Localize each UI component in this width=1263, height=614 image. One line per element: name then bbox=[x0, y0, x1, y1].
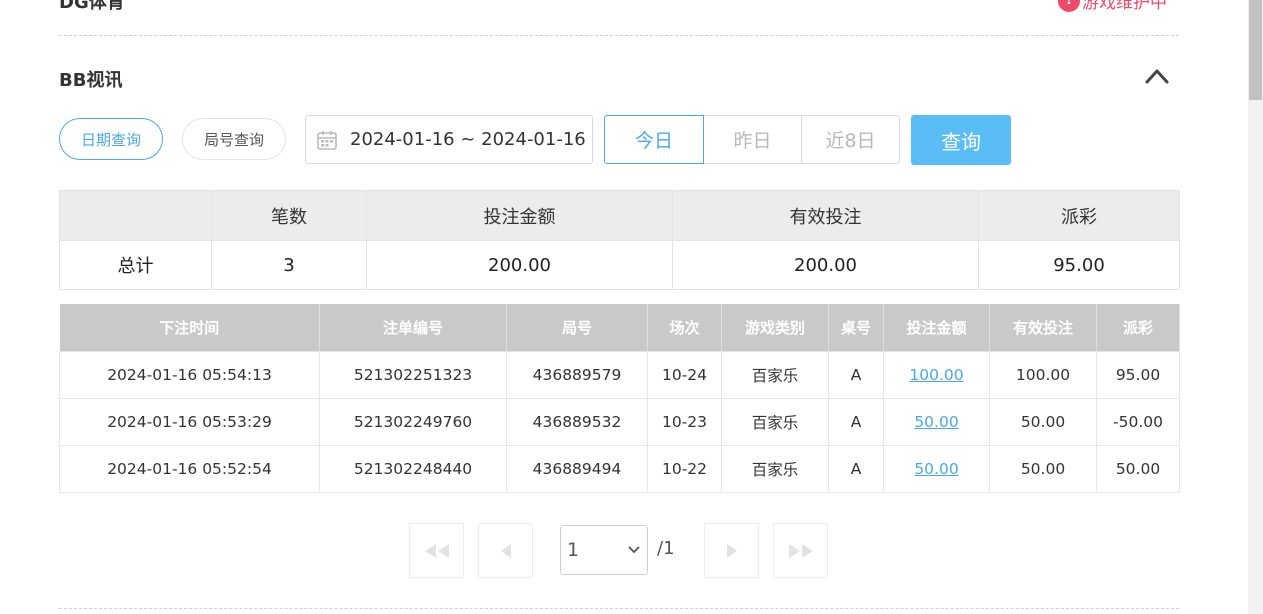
cell-order-id: 521302251323 bbox=[319, 350, 507, 399]
cell-table-no: A bbox=[828, 350, 884, 399]
scrollbar-thumb[interactable] bbox=[1249, 0, 1262, 100]
cell-bet-amount: 50.00 bbox=[883, 397, 990, 446]
tab-round-query[interactable]: 局号查询 bbox=[182, 118, 286, 160]
prev-section-title: DG体育 bbox=[59, 0, 125, 13]
summary-table: 笔数 投注金额 有效投注 派彩 总计 3 200.00 200.00 95.00 bbox=[59, 190, 1180, 290]
col-round-id: 局号 bbox=[506, 304, 648, 351]
cell-valid-bet: 50.00 bbox=[989, 444, 1097, 493]
pagination: 1 /1 bbox=[0, 523, 1263, 578]
quick-today-button[interactable]: 今日 bbox=[604, 115, 704, 164]
cell-bet-time: 2024-01-16 05:53:29 bbox=[59, 397, 320, 446]
cell-game-type: 百家乐 bbox=[721, 350, 829, 399]
cell-table-no: A bbox=[828, 444, 884, 493]
cell-payout: -50.00 bbox=[1096, 397, 1180, 446]
calendar-icon bbox=[317, 130, 337, 150]
chevron-down-icon bbox=[628, 546, 640, 554]
last-page-button[interactable] bbox=[773, 523, 828, 578]
table-row: 2024-01-16 05:52:54 521302248440 4368894… bbox=[59, 444, 1180, 493]
quick-yesterday-button[interactable]: 昨日 bbox=[704, 115, 802, 164]
double-chevron-left-icon bbox=[424, 543, 449, 558]
summary-header-bet: 投注金额 bbox=[366, 190, 673, 241]
table-row: 2024-01-16 05:53:29 521302249760 4368895… bbox=[59, 397, 1180, 446]
next-page-button[interactable] bbox=[704, 523, 759, 578]
query-button[interactable]: 查询 bbox=[911, 115, 1011, 165]
col-bet-amount: 投注金额 bbox=[883, 304, 990, 351]
bet-amount-link[interactable]: 100.00 bbox=[909, 366, 963, 384]
cell-order-id: 521302248440 bbox=[319, 444, 507, 493]
alert-icon: ! bbox=[1058, 0, 1080, 12]
section-divider bbox=[59, 608, 1179, 609]
col-order-id: 注单编号 bbox=[319, 304, 507, 351]
col-payout: 派彩 bbox=[1096, 304, 1180, 351]
cell-valid-bet: 100.00 bbox=[989, 350, 1097, 399]
page-select-value: 1 bbox=[567, 539, 580, 561]
chevron-up-icon bbox=[1145, 69, 1169, 84]
cell-round-id: 436889532 bbox=[506, 397, 648, 446]
summary-bet: 200.00 bbox=[366, 240, 673, 290]
cell-game-type: 百家乐 bbox=[721, 444, 829, 493]
cell-session: 10-23 bbox=[647, 397, 722, 446]
chevron-left-icon bbox=[500, 543, 511, 558]
cell-bet-time: 2024-01-16 05:54:13 bbox=[59, 350, 320, 399]
cell-session: 10-22 bbox=[647, 444, 722, 493]
cell-payout: 95.00 bbox=[1096, 350, 1180, 399]
cell-bet-amount: 100.00 bbox=[883, 350, 990, 399]
summary-header-payout: 派彩 bbox=[978, 190, 1180, 241]
cell-order-id: 521302249760 bbox=[319, 397, 507, 446]
page-select[interactable]: 1 bbox=[560, 525, 648, 575]
summary-payout: 95.00 bbox=[978, 240, 1180, 290]
col-valid-bet: 有效投注 bbox=[989, 304, 1097, 351]
first-page-button[interactable] bbox=[409, 523, 464, 578]
tab-date-query[interactable]: 日期查询 bbox=[59, 118, 163, 160]
bet-amount-link[interactable]: 50.00 bbox=[914, 413, 958, 431]
summary-header-count: 笔数 bbox=[211, 190, 367, 241]
summary-label: 总计 bbox=[59, 240, 212, 290]
date-range-input[interactable]: 2024-01-16 ~ 2024-01-16 bbox=[305, 115, 593, 164]
cell-round-id: 436889579 bbox=[506, 350, 648, 399]
cell-bet-amount: 50.00 bbox=[883, 444, 990, 493]
col-bet-time: 下注时间 bbox=[59, 304, 320, 351]
summary-header-row: 笔数 投注金额 有效投注 派彩 bbox=[59, 190, 1180, 241]
maintenance-label: 游戏维护中 bbox=[1082, 0, 1167, 13]
chevron-right-icon bbox=[726, 543, 737, 558]
cell-bet-time: 2024-01-16 05:52:54 bbox=[59, 444, 320, 493]
section-title: BB视讯 bbox=[59, 70, 123, 91]
cell-session: 10-24 bbox=[647, 350, 722, 399]
summary-valid: 200.00 bbox=[672, 240, 979, 290]
summary-header-blank bbox=[59, 190, 212, 241]
summary-count: 3 bbox=[211, 240, 367, 290]
prev-page-button[interactable] bbox=[478, 523, 533, 578]
summary-header-valid: 有效投注 bbox=[672, 190, 979, 241]
cell-game-type: 百家乐 bbox=[721, 397, 829, 446]
col-game-type: 游戏类别 bbox=[721, 304, 829, 351]
bet-amount-link[interactable]: 50.00 bbox=[914, 460, 958, 478]
records-table: 下注时间 注单编号 局号 场次 游戏类别 桌号 投注金额 有效投注 派彩 202… bbox=[59, 304, 1180, 493]
cell-round-id: 436889494 bbox=[506, 444, 648, 493]
page-total: /1 bbox=[657, 538, 675, 559]
date-range-value: 2024-01-16 ~ 2024-01-16 bbox=[350, 129, 586, 150]
table-row: 2024-01-16 05:54:13 521302251323 4368895… bbox=[59, 350, 1180, 399]
records-header-row: 下注时间 注单编号 局号 场次 游戏类别 桌号 投注金额 有效投注 派彩 bbox=[59, 304, 1180, 351]
quick-range-group: 今日 昨日 近8日 bbox=[604, 115, 900, 164]
prev-section: DG体育 ! 游戏维护中 bbox=[59, 0, 1179, 36]
summary-row: 总计 3 200.00 200.00 95.00 bbox=[59, 240, 1180, 290]
double-chevron-right-icon bbox=[788, 543, 813, 558]
maintenance-status: ! 游戏维护中 bbox=[1058, 0, 1167, 13]
col-table-no: 桌号 bbox=[828, 304, 884, 351]
cell-payout: 50.00 bbox=[1096, 444, 1180, 493]
col-session: 场次 bbox=[647, 304, 722, 351]
vertical-scrollbar[interactable] bbox=[1248, 0, 1263, 614]
collapse-button[interactable] bbox=[1144, 66, 1170, 86]
cell-table-no: A bbox=[828, 397, 884, 446]
quick-last8-button[interactable]: 近8日 bbox=[802, 115, 900, 164]
cell-valid-bet: 50.00 bbox=[989, 397, 1097, 446]
